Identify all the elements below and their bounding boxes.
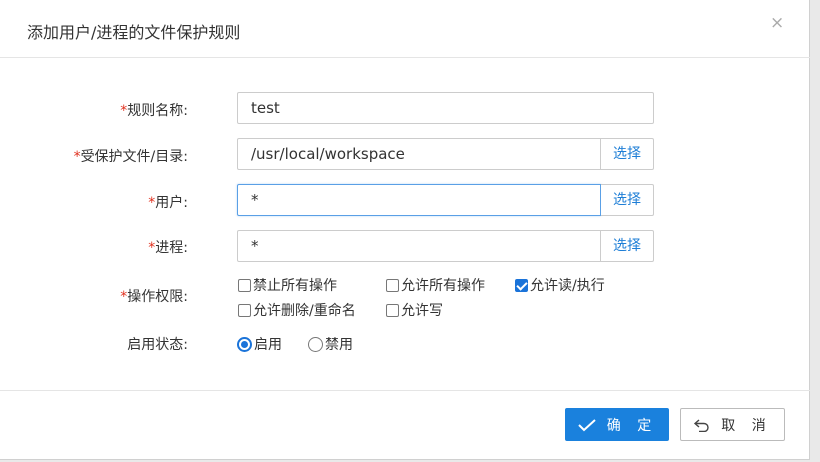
checkbox-checked-box [515,278,528,292]
permission-write-checkbox[interactable]: 允许写 [386,300,443,320]
checkbox-label: 允许删除/重命名 [253,303,356,319]
rule-dialog: 添加用户/进程的文件保护规则 × *规则名称: *受保护文件/目录: 选择 *用… [0,0,810,460]
permission-deny-all-checkbox[interactable]: 禁止所有操作 [238,275,337,295]
checkbox-box [238,303,251,317]
checkbox-box [386,303,399,317]
checkbox-label: 允许所有操作 [401,278,485,294]
status-label: 启用状态: [127,337,188,353]
checkbox-label: 允许读/执行 [530,278,605,294]
rule-name-label: *规则名称: [120,103,188,119]
dialog-title: 添加用户/进程的文件保护规则 [27,23,241,42]
user-select-button[interactable]: 选择 [601,184,654,216]
process-label: *进程: [148,240,188,256]
check-icon [578,418,596,431]
radio-selected-circle [237,336,252,352]
dialog-header: 添加用户/进程的文件保护规则 × [0,0,810,58]
permission-delete-rename-checkbox[interactable]: 允许删除/重命名 [238,300,356,320]
radio-circle [308,336,323,352]
cancel-button[interactable]: 取 消 [680,408,785,441]
status-disabled-radio[interactable]: 禁用 [308,334,353,354]
checkbox-label: 允许写 [401,303,443,319]
confirm-button[interactable]: 确 定 [565,408,669,441]
user-input[interactable] [237,184,601,216]
user-label: *用户: [148,195,188,211]
radio-label: 禁用 [325,337,353,353]
permissions-label: *操作权限: [120,289,188,305]
checkbox-box [386,278,399,292]
protected-path-label: *受保护文件/目录: [73,149,188,165]
footer-divider [0,390,810,391]
undo-icon [694,418,709,432]
protected-path-input[interactable] [237,138,601,170]
process-select-button[interactable]: 选择 [601,230,654,262]
cancel-button-label: 取 消 [721,417,772,434]
process-input[interactable] [237,230,601,262]
confirm-button-label: 确 定 [606,417,658,434]
permission-allow-all-checkbox[interactable]: 允许所有操作 [386,275,485,295]
permission-read-execute-checkbox[interactable]: 允许读/执行 [515,275,605,295]
protected-path-select-button[interactable]: 选择 [601,138,654,170]
required-mark: * [73,149,81,165]
close-icon[interactable]: × [770,13,784,33]
radio-label: 启用 [254,337,282,353]
checkbox-box [238,278,251,292]
rule-name-input[interactable] [237,92,654,124]
checkbox-label: 禁止所有操作 [253,278,337,294]
status-enabled-radio[interactable]: 启用 [237,334,282,354]
